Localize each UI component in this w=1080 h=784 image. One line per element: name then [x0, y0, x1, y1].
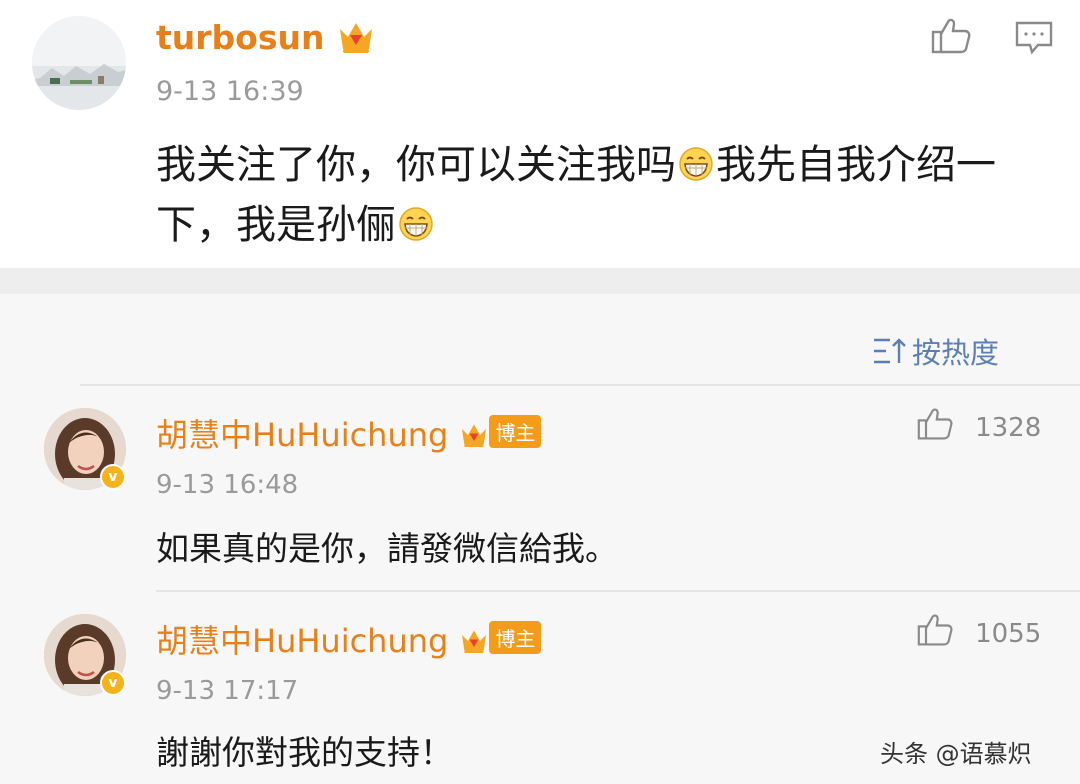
comment-item: v 胡慧中HuHuichung 博主 9-13 17:17 謝謝你對我的支持！ … [0, 612, 1080, 784]
post-username[interactable]: turbosun [156, 18, 324, 57]
comment-item: v 胡慧中HuHuichung 博主 9-13 16:48 如果真的是你，請發微… [0, 406, 1080, 592]
grin-emoji-icon [398, 202, 434, 241]
comment-text: 謝謝你對我的支持！ [156, 733, 453, 772]
post-text-part3: 下，我是孙俪 [156, 202, 396, 248]
comments-section: 按热度 v 胡慧中HuHuichung 博主 9-13 16:48 如果真的是你… [0, 294, 1080, 784]
comment-author: 胡慧中HuHuichung 博主 [156, 616, 542, 662]
post-card: turbosun 9-13 16:39 我关注了你，你可以关注我吗 我先自我介绍… [0, 0, 1080, 268]
grin-emoji-icon [678, 142, 714, 181]
section-gap [0, 268, 1080, 294]
sort-icon [872, 336, 908, 373]
divider [80, 384, 1080, 386]
crown-badge-icon [336, 19, 376, 59]
verified-badge-icon: v [100, 464, 126, 490]
blogger-tag: 博主 [489, 621, 542, 654]
like-count: 1328 [975, 413, 1042, 443]
divider [156, 590, 1080, 592]
blogger-tag: 博主 [489, 415, 542, 448]
post-text-part1: 我关注了你，你可以关注我吗 [156, 142, 676, 188]
comment-time: 9-13 16:48 [156, 470, 299, 500]
comment-username[interactable]: 胡慧中HuHuichung [156, 622, 448, 660]
sort-by-hot-button[interactable]: 按热度 [872, 330, 999, 370]
sort-label: 按热度 [912, 336, 1000, 370]
post-text-part2: 我先自我介绍一 [716, 142, 996, 188]
post-author: turbosun [156, 18, 376, 62]
crown-badge-icon [459, 626, 489, 660]
comment-like-button[interactable]: 1328 [916, 406, 1041, 446]
post-time: 9-13 16:39 [156, 76, 304, 107]
like-count: 1055 [975, 619, 1042, 649]
post-text-line2: 下，我是孙俪 [156, 198, 436, 252]
comment-time: 9-13 17:17 [156, 676, 299, 706]
comment-username[interactable]: 胡慧中HuHuichung [156, 416, 448, 454]
watermark: 头条 @语慕炽 [880, 740, 1032, 768]
post-text-line1: 我关注了你，你可以关注我吗 我先自我介绍一 [156, 138, 996, 192]
comment-icon[interactable] [1014, 20, 1054, 56]
snow-landscape-image [32, 16, 126, 110]
verified-badge-icon: v [100, 670, 126, 696]
like-icon[interactable] [930, 16, 972, 56]
comment-author: 胡慧中HuHuichung 博主 [156, 410, 542, 456]
crown-badge-icon [459, 420, 489, 454]
comment-text: 如果真的是你，請發微信給我。 [156, 529, 618, 568]
like-icon [916, 406, 954, 446]
comment-like-button[interactable]: 1055 [916, 612, 1041, 652]
post-avatar[interactable] [32, 16, 126, 110]
like-icon [916, 612, 954, 652]
